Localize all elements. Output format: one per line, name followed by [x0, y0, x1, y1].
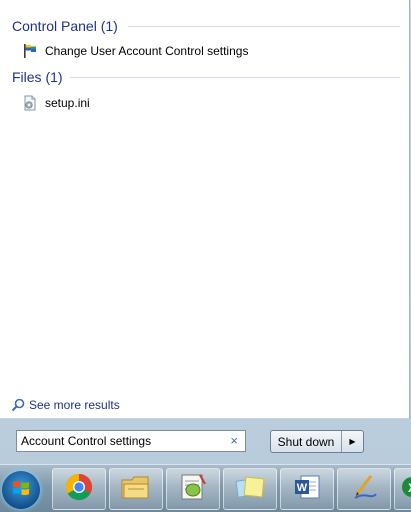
notepad-plus-icon [178, 472, 208, 507]
search-icon [11, 398, 25, 412]
sticky-notes-icon [234, 472, 266, 507]
svg-text:W: W [297, 482, 308, 494]
result-item-setup-ini[interactable]: setup.ini [21, 93, 90, 113]
shutdown-button-group: Shut down ▶ [270, 430, 364, 453]
start-button[interactable] [2, 471, 40, 509]
search-input[interactable] [17, 434, 221, 448]
see-more-results-label: See more results [29, 398, 120, 412]
group-divider [128, 26, 400, 27]
taskbar-item-sticky-notes[interactable] [223, 468, 277, 510]
search-results-pane: Control Panel (1) Change User Account Co… [0, 0, 410, 419]
taskbar-item-word[interactable]: W [280, 468, 334, 510]
result-item-uac-settings[interactable]: Change User Account Control settings [21, 41, 248, 61]
see-more-results-link[interactable]: See more results [11, 396, 120, 414]
taskbar-item-file-explorer[interactable] [109, 468, 163, 510]
group-header-files[interactable]: Files (1) [12, 67, 63, 87]
taskbar-item-chrome[interactable] [52, 468, 106, 510]
group-header-control-panel[interactable]: Control Panel (1) [12, 16, 118, 36]
shutdown-options-arrow-icon[interactable]: ▶ [342, 431, 363, 452]
windows-logo-icon [11, 478, 31, 503]
excel-icon: X [398, 472, 411, 507]
word-icon: W [292, 472, 322, 507]
shutdown-button[interactable]: Shut down [271, 431, 342, 452]
ini-file-icon [21, 94, 39, 112]
taskbar-item-excel[interactable]: X [394, 468, 411, 510]
taskbar-item-inkscape[interactable] [337, 468, 391, 510]
pen-icon [349, 472, 379, 507]
clear-search-icon[interactable]: × [230, 433, 238, 448]
search-box[interactable]: × [16, 430, 246, 452]
taskbar: W X [0, 464, 411, 512]
taskbar-item-notepad-plus[interactable] [166, 468, 220, 510]
result-item-label: Change User Account Control settings [45, 44, 249, 58]
chrome-icon [64, 472, 94, 507]
uac-flag-icon [21, 42, 39, 60]
start-menu: Control Panel (1) Change User Account Co… [0, 0, 411, 464]
folder-icon [120, 472, 152, 507]
group-divider [70, 77, 400, 78]
result-item-label: setup.ini [45, 96, 90, 110]
